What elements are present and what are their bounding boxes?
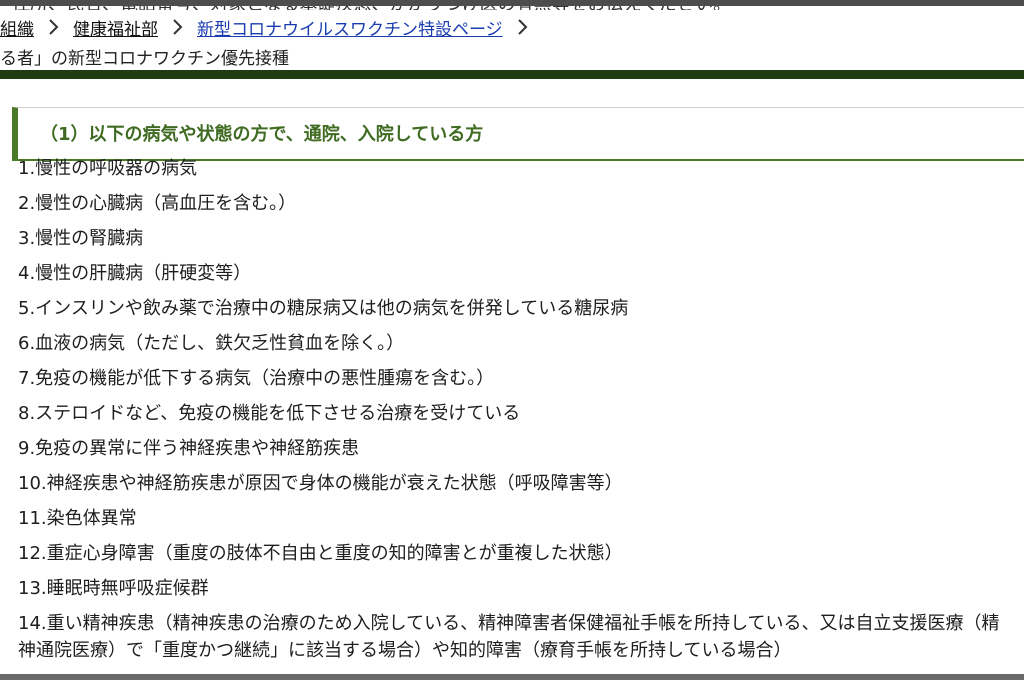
list-item: 3.慢性の腎臓病 — [18, 228, 144, 249]
list-item: 2.慢性の心臓病（高血圧を含む。） — [18, 193, 297, 214]
header-band — [0, 70, 1024, 79]
breadcrumb: 組織 健康福祉部 新型コロナウイルスワクチン特設ページ — [0, 12, 1024, 42]
condition-list: 1.慢性の呼吸器の病気 2.慢性の心臓病（高血圧を含む。） 3.慢性の腎臓病 4… — [18, 154, 1018, 664]
chevron-right-icon — [48, 18, 59, 36]
list-item: 10.神経疾患や神経筋疾患が原因で身体の機能が衰えた状態（呼吸障害等） — [18, 473, 623, 494]
list-item: 11.染色体異常 — [18, 508, 137, 529]
breadcrumb-current-page: る者」の新型コロナワクチン優先接種 — [0, 49, 289, 69]
list-item: 5.インスリンや飲み薬で治療中の糖尿病又は他の病気を併発している糖尿病 — [18, 298, 629, 319]
list-item: 1.慢性の呼吸器の病気 — [18, 158, 198, 179]
breadcrumb-link-vaccine-page[interactable]: 新型コロナウイルスワクチン特設ページ — [197, 15, 503, 40]
list-item: 13.睡眠時無呼吸症候群 — [18, 578, 209, 599]
list-item: 14.重い精神疾患（精神疾患の治療のため入院している、精神障害者保健福祉手帳を所… — [18, 613, 1000, 661]
top-divider — [0, 0, 1024, 6]
chevron-right-icon — [517, 18, 528, 36]
list-item: 12.重症心身障害（重度の肢体不自由と重度の知的障害とが重複した状態） — [18, 543, 623, 564]
bottom-divider — [0, 674, 1024, 680]
list-item: 8.ステロイドなど、免疫の機能を低下させる治療を受けている — [18, 403, 521, 424]
chevron-right-icon — [172, 18, 183, 36]
list-item: 4.慢性の肝臓病（肝硬変等） — [18, 263, 252, 284]
list-item: 6.血液の病気（ただし、鉄欠乏性貧血を除く。） — [18, 333, 405, 354]
breadcrumb-link-organization[interactable]: 組織 — [0, 15, 34, 40]
section-heading: （1）以下の病気や状態の方で、通院、入院している方 — [12, 106, 1024, 161]
breadcrumb-link-health-welfare[interactable]: 健康福祉部 — [73, 15, 158, 40]
list-item: 9.免疫の異常に伴う神経疾患や神経筋疾患 — [18, 438, 360, 459]
list-item: 7.免疫の機能が低下する病気（治療中の悪性腫瘍を含む。） — [18, 368, 495, 389]
